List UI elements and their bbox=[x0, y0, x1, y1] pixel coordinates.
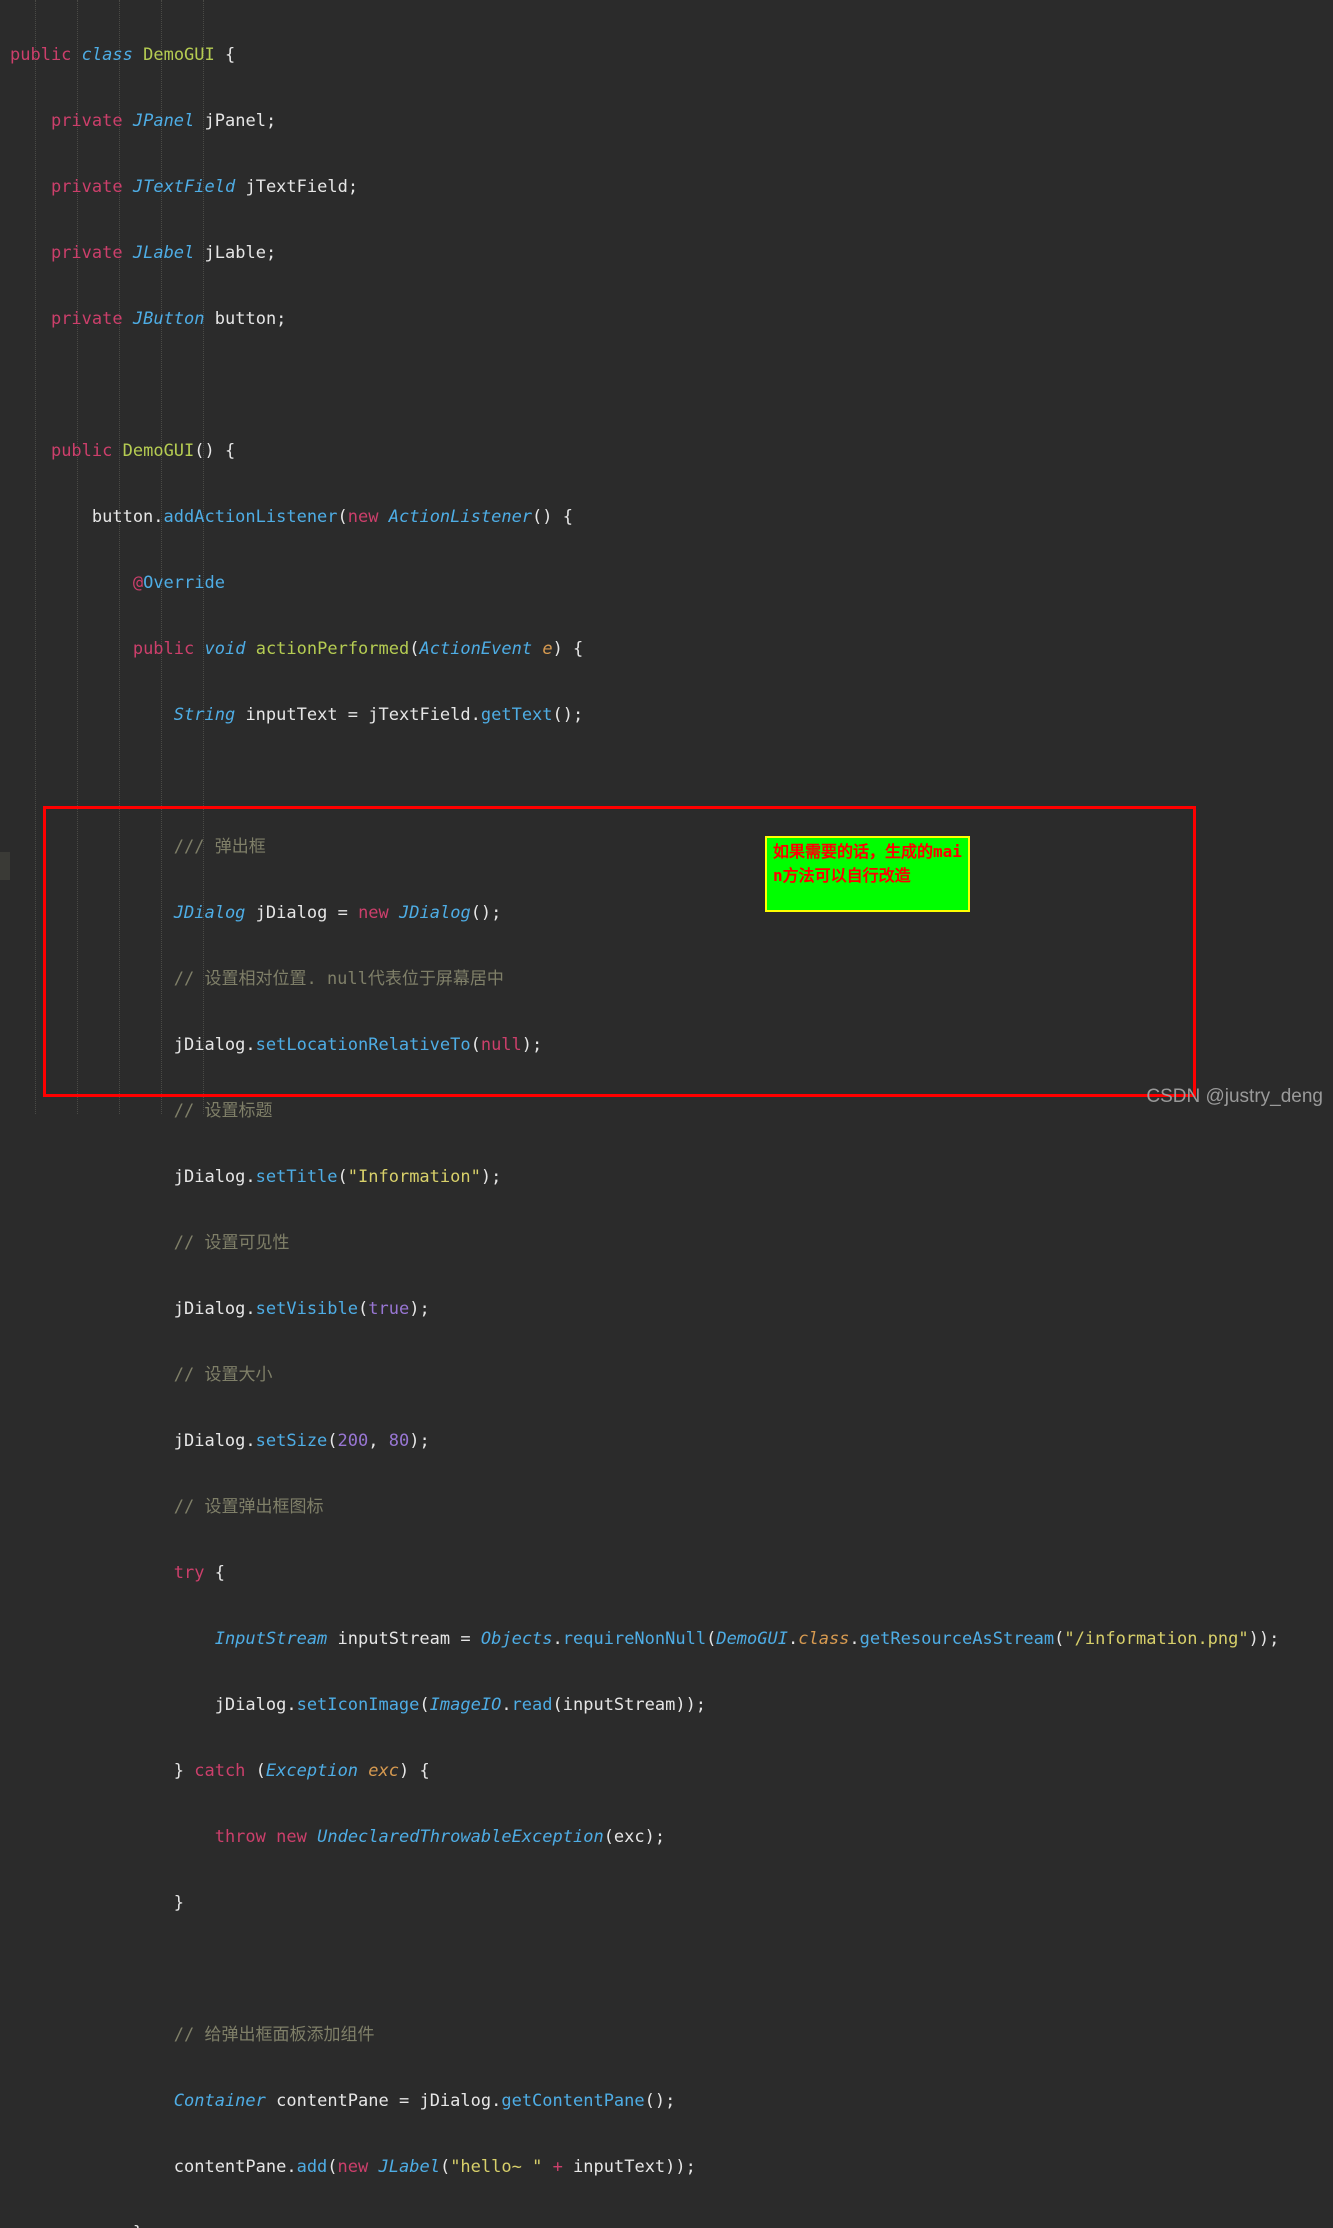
watermark: CSDN @justry_deng bbox=[1146, 1086, 1323, 1107]
code-line[interactable]: private JButton button; bbox=[0, 308, 1333, 330]
code-line[interactable]: jDialog.setLocationRelativeTo(null); bbox=[0, 1034, 1333, 1056]
code-line[interactable] bbox=[0, 770, 1333, 792]
code-line[interactable]: contentPane.add(new JLabel("hello~ " + i… bbox=[0, 2156, 1333, 2178]
code-line[interactable] bbox=[0, 374, 1333, 396]
code-line[interactable]: jDialog.setSize(200, 80); bbox=[0, 1430, 1333, 1452]
code-line[interactable]: // 设置弹出框图标 bbox=[0, 1496, 1333, 1518]
code-content[interactable]: public class DemoGUI { private JPanel jP… bbox=[0, 0, 1333, 2228]
code-line[interactable]: jDialog.setIconImage(ImageIO.read(inputS… bbox=[0, 1694, 1333, 1716]
code-line[interactable]: // 设置可见性 bbox=[0, 1232, 1333, 1254]
code-line[interactable]: } catch (Exception exc) { bbox=[0, 1760, 1333, 1782]
code-editor[interactable]: public class DemoGUI { private JPanel jP… bbox=[0, 0, 1333, 2228]
code-line[interactable]: try { bbox=[0, 1562, 1333, 1584]
code-line[interactable]: } bbox=[0, 1892, 1333, 1914]
code-line[interactable] bbox=[0, 1958, 1333, 1980]
code-line[interactable]: jDialog.setTitle("Information"); bbox=[0, 1166, 1333, 1188]
code-line[interactable]: // 给弹出框面板添加组件 bbox=[0, 2024, 1333, 2046]
code-line[interactable]: // 设置大小 bbox=[0, 1364, 1333, 1386]
code-line[interactable]: throw new UndeclaredThrowableException(e… bbox=[0, 1826, 1333, 1848]
code-line[interactable]: String inputText = jTextField.getText(); bbox=[0, 704, 1333, 726]
code-line[interactable]: // 设置相对位置. null代表位于屏幕居中 bbox=[0, 968, 1333, 990]
code-line[interactable]: InputStream inputStream = Objects.requir… bbox=[0, 1628, 1333, 1650]
code-line[interactable]: private JPanel jPanel; bbox=[0, 110, 1333, 132]
code-line[interactable]: } bbox=[0, 2222, 1333, 2228]
code-line[interactable]: private JLabel jLable; bbox=[0, 242, 1333, 264]
code-line[interactable]: public void actionPerformed(ActionEvent … bbox=[0, 638, 1333, 660]
code-line[interactable]: JDialog jDialog = new JDialog(); bbox=[0, 902, 1333, 924]
code-line[interactable]: jDialog.setVisible(true); bbox=[0, 1298, 1333, 1320]
code-line[interactable]: Container contentPane = jDialog.getConte… bbox=[0, 2090, 1333, 2112]
code-line[interactable]: /// 弹出框 bbox=[0, 836, 1333, 858]
code-line[interactable]: private JTextField jTextField; bbox=[0, 176, 1333, 198]
code-line[interactable]: button.addActionListener(new ActionListe… bbox=[0, 506, 1333, 528]
code-line[interactable]: public DemoGUI() { bbox=[0, 440, 1333, 462]
code-line[interactable]: public class DemoGUI { bbox=[0, 44, 1333, 66]
annotation-callout: 如果需要的话，生成的main方法可以自行改造 bbox=[765, 836, 970, 912]
code-line[interactable]: @Override bbox=[0, 572, 1333, 594]
code-line[interactable]: // 设置标题 bbox=[0, 1100, 1333, 1122]
